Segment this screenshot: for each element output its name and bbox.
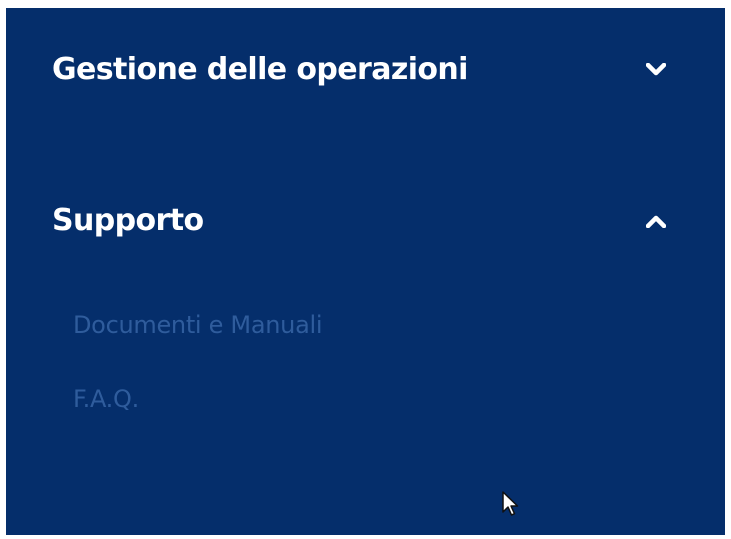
navigation-menu-panel: Gestione delle operazioni Supporto Docum… [6,8,725,535]
link-documenti-e-manuali[interactable]: Documenti e Manuali [73,308,323,342]
chevron-down-icon[interactable] [644,58,668,82]
section-toggle-supporto[interactable]: Supporto [52,198,680,244]
section-title-supporto: Supporto [52,203,204,238]
link-faq[interactable]: F.A.Q. [73,382,139,416]
section-toggle-gestione-delle-operazioni[interactable]: Gestione delle operazioni [52,47,680,93]
section-title-gestione-delle-operazioni: Gestione delle operazioni [52,52,468,87]
mouse-pointer-icon [502,491,519,516]
chevron-up-icon[interactable] [644,209,668,233]
